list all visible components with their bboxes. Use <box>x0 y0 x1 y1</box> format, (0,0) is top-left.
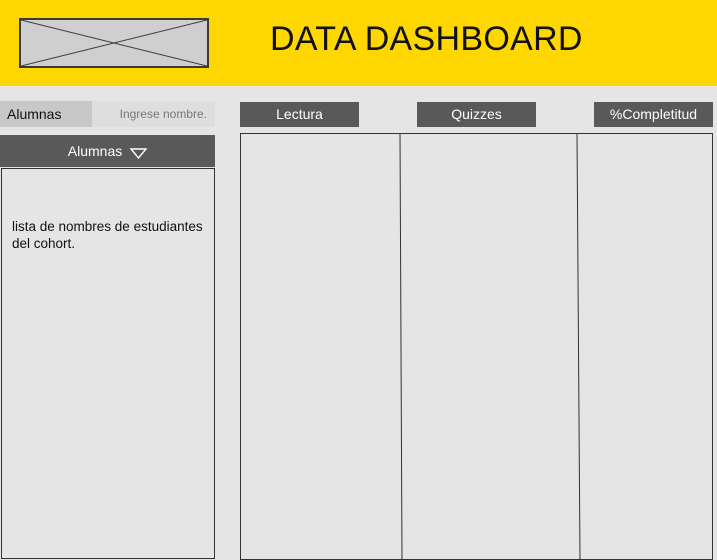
table-border <box>240 133 713 560</box>
dropdown-label: Alumnas <box>67 143 123 159</box>
student-list-text: lista de nombres de estudiantes del coho… <box>12 219 203 251</box>
tab-quizzes[interactable]: Quizzes <box>417 102 536 127</box>
tab-lectura[interactable]: Lectura <box>240 102 359 127</box>
page-title: DATA DASHBOARD <box>270 20 583 58</box>
data-table <box>240 132 714 560</box>
logo-placeholder-icon <box>19 18 209 68</box>
triangle-down-icon <box>129 146 148 159</box>
search-label: Alumnas <box>0 101 92 127</box>
tab-completitud[interactable]: %Completitud <box>594 102 713 127</box>
students-dropdown[interactable]: Alumnas <box>0 135 215 167</box>
search-input[interactable] <box>92 101 215 127</box>
student-list-panel[interactable]: lista de nombres de estudiantes del coho… <box>1 168 215 559</box>
header-bar: DATA DASHBOARD <box>0 0 717 86</box>
dashboard-page: DATA DASHBOARD Alumnas Alumnas lista de … <box>0 0 717 560</box>
